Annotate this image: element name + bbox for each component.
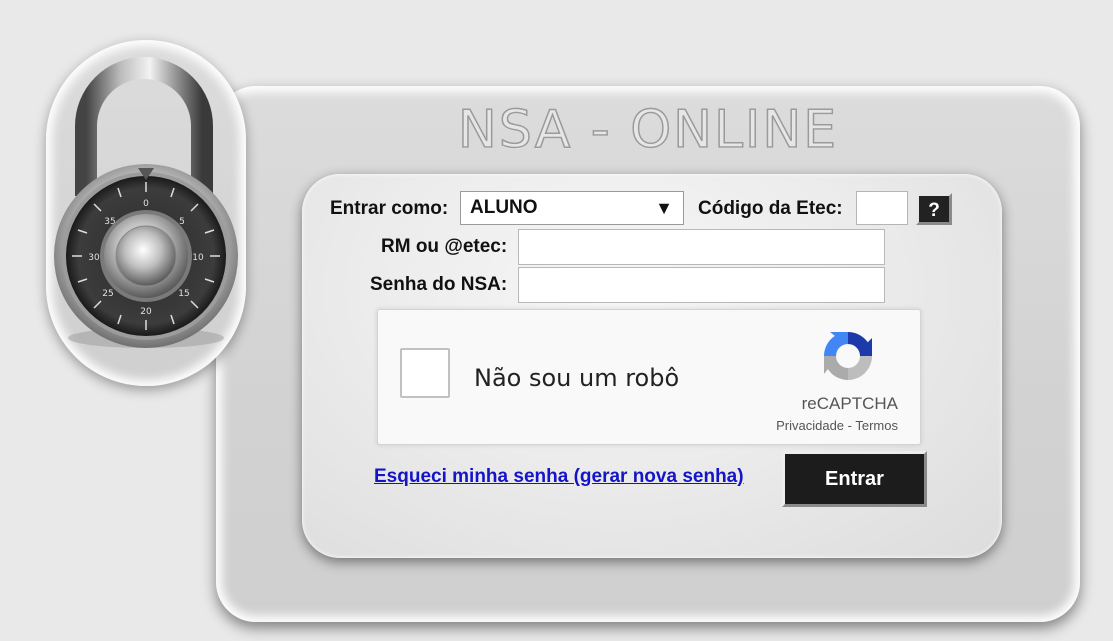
svg-text:15: 15 bbox=[178, 289, 189, 299]
svg-text:10: 10 bbox=[192, 253, 204, 263]
role-label: Entrar como: bbox=[330, 198, 449, 219]
svg-text:0: 0 bbox=[143, 199, 149, 209]
forgot-password-link[interactable]: Esqueci minha senha (gerar nova senha) bbox=[374, 466, 744, 488]
combination-lock-icon: 0 10 20 30 35 5 15 25 bbox=[54, 57, 238, 348]
recaptcha-logo-icon bbox=[824, 332, 872, 380]
chevron-down-icon: ▼ bbox=[655, 198, 673, 218]
password-label: Senha do NSA: bbox=[370, 274, 508, 295]
help-button[interactable]: ? bbox=[916, 193, 952, 225]
etec-code-input[interactable] bbox=[856, 191, 908, 225]
etec-code-label: Código da Etec: bbox=[698, 198, 843, 219]
role-select[interactable]: ALUNO ▼ bbox=[460, 191, 684, 225]
links-separator: - bbox=[844, 418, 856, 433]
password-input[interactable] bbox=[518, 267, 885, 303]
svg-text:25: 25 bbox=[102, 289, 113, 299]
login-page: 0 10 20 30 35 5 15 25 NSA - ONLINE Entra… bbox=[0, 0, 1113, 641]
recaptcha-brand: reCAPTCHA bbox=[801, 394, 898, 413]
terms-link[interactable]: Termos bbox=[855, 418, 898, 433]
role-select-value: ALUNO bbox=[470, 197, 538, 218]
login-button[interactable]: Entrar bbox=[782, 451, 927, 507]
rm-input[interactable] bbox=[518, 229, 885, 265]
rm-label: RM ou @etec: bbox=[381, 236, 508, 257]
recaptcha-checkbox[interactable] bbox=[400, 348, 450, 398]
svg-text:30: 30 bbox=[88, 253, 100, 263]
page-title: NSA - ONLINE bbox=[457, 99, 839, 161]
recaptcha-links: Privacidade - Termos bbox=[776, 418, 898, 433]
svg-text:20: 20 bbox=[140, 307, 152, 317]
privacy-link[interactable]: Privacidade bbox=[776, 418, 844, 433]
recaptcha-widget: Não sou um robô reCAPTCHA Privacidade - … bbox=[377, 309, 921, 445]
recaptcha-label: Não sou um robô bbox=[474, 364, 680, 392]
